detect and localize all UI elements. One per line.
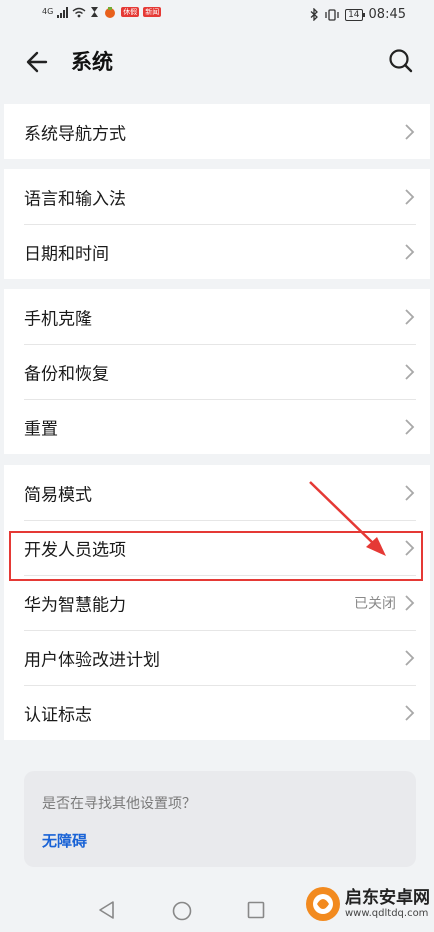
settings-item-backup-restore[interactable]: 备份和恢复 [4,344,430,399]
chevron-right-icon [405,418,415,435]
title-bar: 系统 [0,30,434,92]
chevron-right-icon [405,308,415,325]
settings-group-backup: 手机克隆 备份和恢复 重置 [4,289,430,454]
nav-home-icon[interactable] [171,900,193,922]
settings-item-label: 简易模式 [24,485,92,505]
watermark: 启东安卓网 www.qdltdq.com [305,886,430,922]
settings-item-user-experience[interactable]: 用户体验改进计划 [4,630,430,685]
chevron-right-icon [405,484,415,501]
watermark-logo-icon [306,887,340,921]
app-notification-icon [105,7,116,18]
signal-icon [57,6,69,18]
page-title: 系统 [71,50,113,74]
chevron-right-icon [405,594,415,611]
settings-group-navigation: 系统导航方式 [4,104,430,159]
settings-item-label: 认证标志 [24,705,92,725]
chevron-right-icon [405,704,415,721]
settings-group-advanced: 简易模式 开发人员选项 华为智慧能力 已关闭 用户体验改进计划 认证标志 [4,465,430,740]
chevron-right-icon [405,188,415,205]
settings-item-phone-clone[interactable]: 手机克隆 [4,289,430,344]
settings-item-huawei-ai[interactable]: 华为智慧能力 已关闭 [4,575,430,630]
back-arrow-icon[interactable] [20,45,54,79]
settings-item-system-navigation[interactable]: 系统导航方式 [4,104,430,159]
chevron-right-icon [405,363,415,380]
settings-item-label: 用户体验改进计划 [24,650,160,670]
accessibility-link[interactable]: 无障碍 [42,830,87,851]
chevron-right-icon [405,539,415,556]
watermark-url: www.qdltdq.com [345,907,429,919]
wifi-icon [72,7,86,17]
suggestion-question: 是否在寻找其他设置项？ [42,796,196,812]
status-time: 08:45 [368,7,406,22]
settings-item-label: 开发人员选项 [24,540,126,560]
settings-item-label: 华为智慧能力 [24,595,126,615]
settings-item-label: 系统导航方式 [24,124,126,144]
settings-item-developer-options[interactable]: 开发人员选项 [4,520,430,575]
chevron-right-icon [405,649,415,666]
settings-item-label: 重置 [24,419,58,439]
settings-item-label: 日期和时间 [24,244,109,264]
battery-icon: 14 [345,8,366,21]
notification-badge: 休假 [121,7,140,17]
settings-group-language-time: 语言和输入法 日期和时间 [4,169,430,279]
bluetooth-icon [310,8,319,21]
settings-item-label: 手机克隆 [24,309,92,329]
notification-badge-2: 新闻 [143,7,162,17]
search-icon[interactable] [384,44,418,78]
settings-item-reset[interactable]: 重置 [4,399,430,454]
settings-item-simple-mode[interactable]: 简易模式 [4,465,430,520]
vibrate-icon [325,8,339,21]
settings-item-value: 已关闭 [354,595,396,612]
hourglass-icon [91,7,99,17]
search-suggestion-card: 是否在寻找其他设置项？ 无障碍 [24,771,416,867]
status-bar: 4G 休假 新闻 14 08:45 [0,0,434,30]
chevron-right-icon [405,243,415,260]
settings-item-certification[interactable]: 认证标志 [4,685,430,740]
nav-back-icon[interactable] [97,900,117,920]
settings-item-date-time[interactable]: 日期和时间 [4,224,430,279]
settings-item-label: 备份和恢复 [24,364,109,384]
settings-item-label: 语言和输入法 [24,189,126,209]
watermark-name: 启东安卓网 [345,887,430,908]
nav-recent-icon[interactable] [247,901,265,919]
settings-item-language-input[interactable]: 语言和输入法 [4,169,430,224]
chevron-right-icon [405,123,415,140]
network-type-label: 4G [42,7,54,16]
